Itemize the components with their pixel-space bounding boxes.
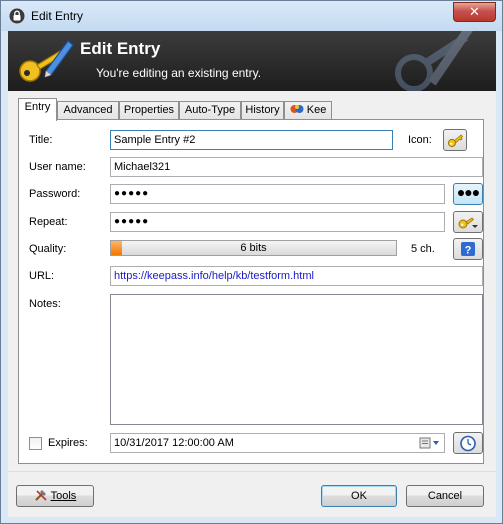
banner-watermark-icon [395,31,473,91]
kee-icon [290,105,304,113]
expiry-date-picker[interactable]: 10/31/2017 12:00:00 AM [110,433,445,453]
cancel-button[interactable]: Cancel [406,485,484,507]
expires-label: Expires: [48,437,88,449]
username-label: User name: [29,161,86,173]
repeat-label: Repeat: [29,216,68,228]
password-quality-bar: 6 bits [110,240,397,256]
icon-label: Icon: [408,134,432,146]
ok-button[interactable]: OK [321,485,397,507]
tab-entry[interactable]: Entry [18,98,57,121]
icon-picker-button[interactable] [443,129,467,151]
tab-auto-type[interactable]: Auto-Type [179,101,241,120]
expires-checkbox[interactable] [29,437,42,450]
toggle-password-visibility-button[interactable]: ●●● [453,183,483,205]
edit-entry-window: Edit Entry ✕ Edit Entry You're editing a… [0,0,503,524]
expiry-date-value: 10/31/2017 12:00:00 AM [114,437,234,449]
close-icon: ✕ [469,4,480,19]
password-length: 5 ch. [411,243,435,255]
footer-separator [8,471,496,472]
title-input[interactable]: Sample Entry #2 [110,130,393,150]
help-icon: ? [461,242,475,257]
title-label: Title: [29,134,53,146]
password-generator-icon [458,217,478,229]
close-button[interactable]: ✕ [453,2,496,22]
tab-kee[interactable]: Kee [284,101,332,120]
tab-advanced[interactable]: Advanced [57,101,119,120]
repeat-password-input[interactable]: ●●●●● [110,212,445,232]
key-icon [447,134,464,148]
tab-history[interactable]: History [241,101,284,120]
url-label: URL: [29,270,55,282]
notes-label: Notes: [29,298,61,310]
banner-subtitle: You're editing an existing entry. [96,66,262,80]
clock-icon [460,435,476,452]
key-pen-icon [19,40,74,82]
url-input[interactable]: https://keepass.info/help/kb/testform.ht… [110,266,483,286]
keepass-lock-icon [9,8,25,24]
title-bar[interactable]: Edit Entry ✕ [1,1,502,31]
calendar-dropdown-icon[interactable] [419,437,441,449]
svg-text:?: ? [465,245,472,257]
entry-tab-panel: Title: Sample Entry #2 Icon: User name: … [18,119,484,464]
tools-label: Tools [50,490,77,502]
password-generator-button[interactable] [453,211,483,233]
password-label: Password: [29,188,81,200]
password-input[interactable]: ●●●●● [110,184,445,204]
password-quality-text: 6 bits [240,242,267,254]
quality-label: Quality: [29,243,67,255]
expiry-presets-button[interactable] [453,432,483,454]
dialog-content: Entry Advanced Properties Auto-Type Hist… [8,91,496,517]
username-input[interactable]: Michael321 [110,157,483,177]
quality-help-button[interactable]: ? [453,238,483,260]
notes-textarea[interactable] [110,294,483,425]
header-banner: Edit Entry You're editing an existing en… [8,31,496,91]
tools-icon [34,490,47,501]
window-title: Edit Entry [31,9,84,23]
banner-title: Edit Entry [80,39,161,58]
tab-properties[interactable]: Properties [119,101,179,120]
tools-button[interactable]: Tools [16,485,94,507]
password-dots-icon: ●●● [456,184,480,200]
